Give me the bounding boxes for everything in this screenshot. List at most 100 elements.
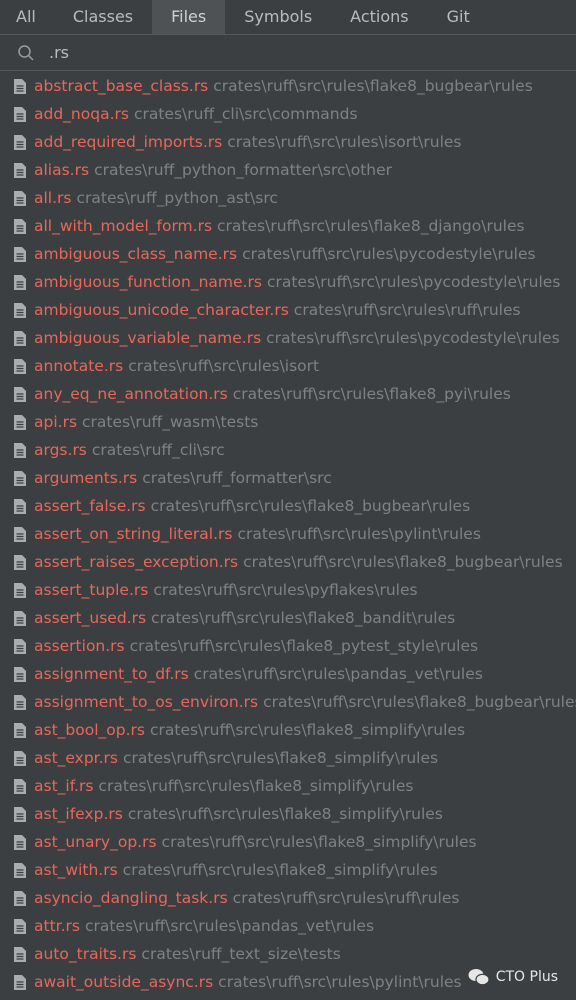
result-item[interactable]: ambiguous_variable_name.rs crates\ruff\sr…: [0, 324, 576, 352]
result-item[interactable]: all.rs crates\ruff_python_ast\src: [0, 184, 576, 212]
file-name: ast_with.rs: [34, 861, 118, 879]
file-path: crates\ruff\src\rules\flake8_simplify\ru…: [98, 777, 414, 795]
search-tabs: All Classes Files Symbols Actions Git: [0, 0, 576, 35]
result-item[interactable]: assert_false.rs crates\ruff\src\rules\fla…: [0, 492, 576, 520]
file-name: ambiguous_function_name.rs: [34, 273, 262, 291]
file-icon: [14, 554, 26, 570]
file-path: crates\ruff\src\rules\ruff\rules: [293, 301, 521, 319]
file-path: crates\ruff\src\rules\flake8_django\rule…: [217, 217, 525, 235]
result-item[interactable]: alias.rs crates\ruff_python_formatter\src…: [0, 156, 576, 184]
file-name: assignment_to_os_environ.rs: [34, 693, 259, 711]
file-icon: [14, 78, 26, 94]
tab-symbols[interactable]: Symbols: [225, 0, 331, 34]
result-item[interactable]: assert_tuple.rs crates\ruff\src\rules\pyf…: [0, 576, 576, 604]
file-name: assert_false.rs: [34, 497, 146, 515]
file-name: ambiguous_unicode_character.rs: [34, 301, 289, 319]
watermark: CTO Plus: [468, 968, 558, 986]
file-icon: [14, 358, 26, 374]
file-icon: [14, 162, 26, 178]
result-item[interactable]: ambiguous_unicode_character.rs crates\ruf…: [0, 296, 576, 324]
file-name: all_with_model_form.rs: [34, 217, 213, 235]
result-item[interactable]: arguments.rs crates\ruff_formatter\src: [0, 464, 576, 492]
result-item[interactable]: assert_used.rs crates\ruff\src\rules\flak…: [0, 604, 576, 632]
file-icon: [14, 946, 26, 962]
result-item[interactable]: any_eq_ne_annotation.rs crates\ruff\src\r…: [0, 380, 576, 408]
file-icon: [14, 302, 26, 318]
result-item[interactable]: all_with_model_form.rs crates\ruff\src\ru…: [0, 212, 576, 240]
result-item[interactable]: ast_ifexp.rs crates\ruff\src\rules\flake8…: [0, 800, 576, 828]
file-icon: [14, 190, 26, 206]
result-item[interactable]: ambiguous_class_name.rs crates\ruff\src\r…: [0, 240, 576, 268]
result-item[interactable]: assert_on_string_literal.rs crates\ruff\s…: [0, 520, 576, 548]
file-path: crates\ruff\src\rules\pycodestyle\rules: [242, 245, 536, 263]
file-icon: [14, 610, 26, 626]
result-item[interactable]: assert_raises_exception.rs crates\ruff\sr…: [0, 548, 576, 576]
result-item[interactable]: abstract_base_class.rs crates\ruff\src\ru…: [0, 72, 576, 100]
file-name: annotate.rs: [34, 357, 124, 375]
file-path: crates\ruff_cli\src: [91, 441, 225, 459]
file-path: crates\ruff\src\rules\flake8_simplify\ru…: [161, 833, 477, 851]
result-item[interactable]: add_required_imports.rs crates\ruff\src\r…: [0, 128, 576, 156]
file-icon: [14, 974, 26, 990]
file-icon: [14, 722, 26, 738]
file-icon: [14, 386, 26, 402]
file-icon: [14, 526, 26, 542]
result-item[interactable]: ast_expr.rs crates\ruff\src\rules\flake8_…: [0, 744, 576, 772]
tab-git[interactable]: Git: [428, 0, 489, 34]
tab-files[interactable]: Files: [152, 0, 226, 34]
file-icon: [14, 750, 26, 766]
file-name: assert_used.rs: [34, 609, 147, 627]
result-item[interactable]: api.rs crates\ruff_wasm\tests: [0, 408, 576, 436]
result-item[interactable]: annotate.rs crates\ruff\src\rules\isort: [0, 352, 576, 380]
file-path: crates\ruff\src\rules\isort\rules: [227, 133, 462, 151]
file-path: crates\ruff\src\rules\pylint\rules: [237, 525, 481, 543]
file-name: auto_traits.rs: [34, 945, 137, 963]
tab-classes[interactable]: Classes: [54, 0, 152, 34]
result-item[interactable]: ast_with.rs crates\ruff\src\rules\flake8_…: [0, 856, 576, 884]
file-path: crates\ruff\src\rules\flake8_bandit\rule…: [151, 609, 456, 627]
tab-all[interactable]: All: [0, 0, 54, 34]
file-path: crates\ruff\src\rules\pycodestyle\rules: [266, 329, 560, 347]
result-item[interactable]: args.rs crates\ruff_cli\src: [0, 436, 576, 464]
file-icon: [14, 638, 26, 654]
file-name: ast_if.rs: [34, 777, 94, 795]
result-item[interactable]: assignment_to_os_environ.rs crates\ruff\s…: [0, 688, 576, 716]
file-name: abstract_base_class.rs: [34, 77, 209, 95]
tab-actions[interactable]: Actions: [331, 0, 427, 34]
file-path: crates\ruff_wasm\tests: [82, 413, 259, 431]
file-path: crates\ruff_text_size\tests: [141, 945, 341, 963]
file-name: ambiguous_variable_name.rs: [34, 329, 262, 347]
result-item[interactable]: attr.rs crates\ruff\src\rules\pandas_vet\…: [0, 912, 576, 940]
file-icon: [14, 246, 26, 262]
file-name: arguments.rs: [34, 469, 138, 487]
file-path: crates\ruff\src\rules\flake8_simplify\ru…: [149, 721, 466, 739]
file-icon: [14, 414, 26, 430]
result-item[interactable]: add_noqa.rs crates\ruff_cli\src\commands: [0, 100, 576, 128]
file-name: api.rs: [34, 413, 78, 431]
file-icon: [14, 918, 26, 934]
result-item[interactable]: ambiguous_function_name.rs crates\ruff\sr…: [0, 268, 576, 296]
result-item[interactable]: ast_bool_op.rs crates\ruff\src\rules\flak…: [0, 716, 576, 744]
file-path: crates\ruff\src\rules\flake8_simplify\ru…: [127, 805, 443, 823]
result-item[interactable]: auto_traits.rs crates\ruff_text_size\test…: [0, 940, 576, 968]
file-icon: [14, 582, 26, 598]
file-name: await_outside_async.rs: [34, 973, 214, 991]
file-path: crates\ruff\src\rules\pandas_vet\rules: [193, 665, 483, 683]
result-item[interactable]: assignment_to_df.rs crates\ruff\src\rules…: [0, 660, 576, 688]
watermark-text: CTO Plus: [495, 969, 558, 985]
file-icon: [14, 106, 26, 122]
result-item[interactable]: asyncio_dangling_task.rs crates\ruff\src\…: [0, 884, 576, 912]
file-path: crates\ruff\src\rules\flake8_bugbear\rul…: [263, 693, 576, 711]
result-item[interactable]: ast_unary_op.rs crates\ruff\src\rules\fla…: [0, 828, 576, 856]
result-item[interactable]: assertion.rs crates\ruff\src\rules\flake8…: [0, 632, 576, 660]
file-path: crates\ruff\src\rules\flake8_bugbear\rul…: [243, 553, 563, 571]
file-path: crates\ruff\src\rules\ruff\rules: [232, 889, 460, 907]
file-icon: [14, 470, 26, 486]
file-path: crates\ruff\src\rules\pandas_vet\rules: [84, 917, 375, 935]
file-path: crates\ruff\src\rules\isort: [128, 357, 320, 375]
result-item[interactable]: ast_if.rs crates\ruff\src\rules\flake8_si…: [0, 772, 576, 800]
file-name: alias.rs: [34, 161, 90, 179]
search-input[interactable]: [49, 43, 449, 62]
file-icon: [14, 806, 26, 822]
file-path: crates\ruff\src\rules\pylint\rules: [218, 973, 462, 991]
